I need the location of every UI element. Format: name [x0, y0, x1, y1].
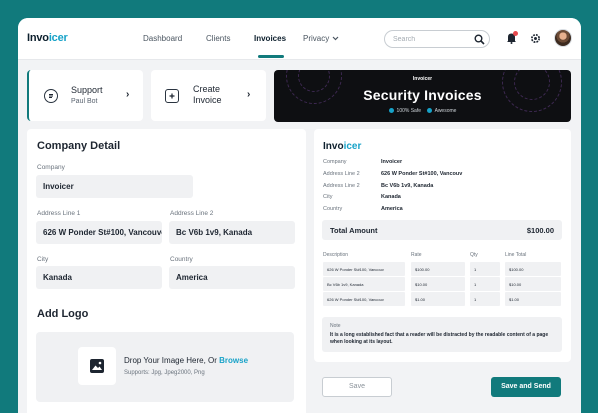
create-title-line1: Create — [193, 84, 221, 94]
table-cell: $10.00 — [411, 277, 465, 291]
country-field[interactable]: America — [169, 266, 295, 289]
active-nav-indicator — [258, 55, 284, 58]
company-label: Company — [37, 164, 65, 171]
company-field[interactable]: Invoicer — [36, 175, 193, 198]
note-box: Note It is a long established fact that … — [322, 317, 562, 352]
nav-dashboard[interactable]: Dashboard — [143, 34, 182, 43]
table-cell: Bc V6b 1v9, Kanada — [323, 277, 405, 291]
chevron-down-icon — [332, 36, 339, 41]
total-amount-label: Total Amount — [330, 226, 378, 235]
preview-value: 626 W Ponder St#100, Vancouv — [381, 171, 463, 177]
dollar-circle-icon — [44, 89, 58, 103]
drop-instruction: Drop Your Image Here, Or — [124, 356, 220, 365]
logo-text-part2: icer — [48, 32, 68, 44]
address2-label: Address Line 2 — [170, 210, 214, 217]
table-cell: 1 — [470, 277, 500, 291]
preview-logo: Invoicer — [323, 141, 361, 152]
create-title-line2: Invoice — [193, 95, 222, 105]
table-cell: $1.00 — [505, 292, 561, 306]
browse-link[interactable]: Browse — [219, 356, 248, 365]
preview-label: Country — [323, 206, 343, 212]
banner-tag-awesome: Awesome — [434, 108, 457, 114]
drop-text: Drop Your Image Here, Or Browse — [124, 356, 248, 365]
bell-icon[interactable] — [504, 31, 518, 45]
table-cell: 626 W Ponder St#100, Vancouv — [323, 262, 405, 276]
check-dot-icon — [388, 108, 394, 113]
preview-value: America — [381, 206, 403, 212]
support-tile[interactable]: Support Paul Bot › — [27, 70, 143, 121]
nav-privacy-label: Privacy — [303, 34, 330, 43]
app-window: Invoicer Dashboard Clients Invoices Priv… — [18, 18, 581, 413]
column-header-qty: Qty — [470, 252, 478, 258]
image-upload-icon — [78, 347, 116, 385]
city-field[interactable]: Kanada — [36, 266, 162, 289]
company-detail-heading: Company Detail — [37, 140, 121, 152]
nav-privacy[interactable]: Privacy — [303, 34, 339, 43]
app-logo[interactable]: Invoicer — [27, 32, 68, 44]
column-header-rate: Rate — [411, 252, 422, 258]
logo-dropzone[interactable]: Drop Your Image Here, Or Browse Supports… — [36, 332, 294, 402]
supported-formats: Supports: Jpg, Jpeg2000, Png — [124, 370, 205, 376]
support-subtitle: Paul Bot — [71, 98, 98, 105]
document-plus-icon — [165, 89, 179, 103]
preview-value: Invoicer — [381, 159, 403, 165]
address2-field[interactable]: Bc V6b 1v9, Kanada — [169, 221, 295, 244]
save-button[interactable]: Save — [322, 377, 392, 397]
user-avatar[interactable] — [554, 29, 572, 47]
security-banner: Invoicer Security Invoices 100% Safe Awe… — [274, 70, 571, 122]
column-header-line-total: Line Total — [505, 252, 527, 258]
total-amount-value: $100.00 — [526, 226, 554, 235]
note-label: Note — [330, 323, 341, 329]
preview-label: Address Line 2 — [323, 171, 360, 177]
banner-brand: Invoicer — [412, 76, 433, 82]
preview-label: Address Line 2 — [323, 183, 360, 189]
table-cell: 1 — [470, 292, 500, 306]
preview-logo-part1: Invo — [323, 141, 344, 152]
country-label: Country — [170, 256, 193, 263]
table-cell: 1 — [470, 262, 500, 276]
search-box — [384, 30, 490, 48]
chevron-right-icon: › — [247, 89, 251, 100]
address1-label: Address Line 1 — [37, 210, 81, 217]
banner-tags: 100% Safe Awesome — [274, 108, 571, 114]
preview-value: Kanada — [381, 194, 401, 200]
address1-field[interactable]: 626 W Ponder St#100, Vancouver — [36, 221, 162, 244]
table-cell: $1.00 — [411, 292, 465, 306]
check-dot-icon — [426, 108, 432, 113]
support-title: Support — [71, 85, 103, 95]
search-input[interactable] — [393, 34, 469, 45]
banner-title: Security Invoices — [363, 87, 482, 103]
total-amount-bar: Total Amount $100.00 — [322, 220, 562, 240]
table-cell: $10.00 — [505, 277, 561, 291]
gear-icon[interactable] — [528, 31, 542, 45]
table-cell: $100.00 — [411, 262, 465, 276]
preview-label: City — [323, 194, 333, 200]
preview-value: Bc V6b 1v9, Kanada — [381, 183, 434, 189]
top-navigation-bar: Invoicer Dashboard Clients Invoices Priv… — [18, 18, 581, 60]
table-cell: $100.00 — [505, 262, 561, 276]
nav-clients[interactable]: Clients — [206, 34, 230, 43]
nav-invoices[interactable]: Invoices — [254, 34, 286, 43]
save-and-send-button[interactable]: Save and Send — [491, 377, 561, 397]
notification-dot — [513, 31, 518, 36]
search-icon[interactable] — [473, 33, 485, 45]
city-label: City — [37, 256, 49, 263]
preview-label: Company — [323, 159, 347, 165]
preview-logo-part2: icer — [343, 141, 362, 152]
add-logo-heading: Add Logo — [37, 308, 89, 320]
create-invoice-tile[interactable]: Create Invoice › — [151, 70, 266, 121]
column-header-description: Description — [323, 252, 349, 258]
chevron-right-icon: › — [126, 89, 130, 100]
note-text: It is a long established fact that a rea… — [330, 332, 549, 345]
banner-tag-safe: 100% Safe — [396, 108, 422, 114]
logo-text-part1: Invo — [27, 32, 49, 44]
table-cell: 626 W Ponder St#100, Vancouv — [323, 292, 405, 306]
